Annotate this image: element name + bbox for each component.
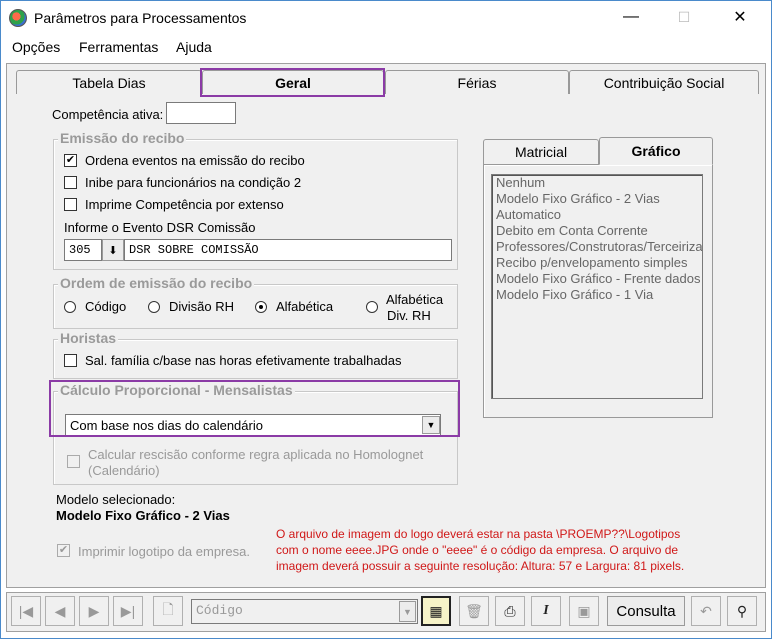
emissao-title: Emissão do recibo xyxy=(58,130,187,146)
sal-familia-label: Sal. família c/base nas horas efetivamen… xyxy=(85,353,402,368)
ordena-checkbox[interactable]: ✔ xyxy=(64,154,77,167)
window-title: Parâmetros para Processamentos xyxy=(34,10,247,26)
title-bar: Parâmetros para Processamentos — ☐ ✕ xyxy=(1,1,771,35)
dsr-code-input[interactable]: 305 xyxy=(64,239,102,261)
list-item[interactable]: Debito em Conta Corrente xyxy=(492,223,702,239)
logotipo-checkbox[interactable]: ✔ xyxy=(57,544,70,557)
tab-contribuicao-social[interactable]: Contribuição Social xyxy=(569,70,759,94)
tab-highlight xyxy=(200,68,385,97)
delete-icon[interactable]: 🗑 xyxy=(459,596,489,626)
rescisao-label-1: Calcular rescisão conforme regra aplicad… xyxy=(88,447,424,462)
radio-codigo[interactable] xyxy=(64,301,76,313)
radio-codigo-label: Código xyxy=(85,299,127,314)
menu-opcoes[interactable]: Opções xyxy=(12,39,60,55)
list-item[interactable]: Professores/Construtoras/Terceiriza xyxy=(492,239,702,255)
next-record-icon[interactable]: ▶ xyxy=(79,596,109,626)
modelo-label: Modelo selecionado: xyxy=(56,492,176,507)
models-list[interactable]: Nenhum Modelo Fixo Gráfico - 2 Vias Auto… xyxy=(491,174,703,399)
radio-alfabetica-div-rh[interactable] xyxy=(366,301,378,313)
competencia-label: Competência ativa: xyxy=(52,107,164,122)
rescisao-checkbox[interactable] xyxy=(67,455,80,468)
save-icon[interactable]: ▣ xyxy=(569,596,599,626)
logotipo-label: Imprimir logotipo da empresa. xyxy=(78,544,250,559)
ordena-label: Ordena eventos na emissão do recibo xyxy=(85,153,305,168)
inibe-label: Inibe para funcionários na condição 2 xyxy=(85,175,302,190)
picture-icon[interactable]: ▦ xyxy=(421,596,451,626)
competencia-input[interactable] xyxy=(166,102,236,124)
tab-matricial[interactable]: Matricial xyxy=(483,139,599,164)
undo-icon[interactable]: ↶ xyxy=(691,596,721,626)
radio-alfabetica-div-rh-label-2: Div. RH xyxy=(387,308,431,323)
radio-alfabetica-div-rh-label-1: Alfabética xyxy=(386,292,444,307)
maximize-button[interactable]: ☐ xyxy=(661,1,707,33)
note-line-2: com o nome eeee.JPG onde o "eeee" é o có… xyxy=(276,543,679,557)
imprime-checkbox[interactable] xyxy=(64,198,77,211)
list-item[interactable]: Recibo p/envelopamento simples xyxy=(492,255,702,271)
window: Parâmetros para Processamentos — ☐ ✕ Opç… xyxy=(0,0,772,639)
tab-tabela-dias[interactable]: Tabela Dias xyxy=(16,70,202,94)
menu-ferramentas[interactable]: Ferramentas xyxy=(79,39,158,55)
inibe-checkbox[interactable] xyxy=(64,176,77,189)
list-item[interactable]: Modelo Fixo Gráfico - 2 Vias xyxy=(492,191,702,207)
modelo-value: Modelo Fixo Gráfico - 2 Vias xyxy=(56,508,230,523)
horistas-title: Horistas xyxy=(58,330,119,346)
last-record-icon[interactable]: ▶| xyxy=(113,596,143,626)
imprime-label: Imprime Competência por extenso xyxy=(85,197,284,212)
rescisao-label-2: (Calendário) xyxy=(88,463,160,478)
sal-familia-checkbox[interactable] xyxy=(64,354,77,367)
menu-ajuda[interactable]: Ajuda xyxy=(176,39,212,55)
list-item[interactable]: Automatico xyxy=(492,207,702,223)
print-icon[interactable]: ⎙ xyxy=(495,596,525,626)
search-input[interactable]: Código xyxy=(191,599,418,624)
calculo-highlight xyxy=(49,380,460,437)
prev-record-icon[interactable]: ◀ xyxy=(45,596,75,626)
tab-grafico[interactable]: Gráfico xyxy=(599,137,713,165)
list-item[interactable]: Modelo Fixo Gráfico - Frente dados xyxy=(492,271,702,287)
dsr-lookup-button[interactable]: ⬇ xyxy=(102,239,124,261)
tab-ferias[interactable]: Férias xyxy=(385,70,569,94)
note-line-1: O arquivo de imagem do logo deverá estar… xyxy=(276,527,681,541)
list-item[interactable]: Nenhum xyxy=(492,175,702,191)
menu-bar: Opções Ferramentas Ajuda xyxy=(1,35,771,59)
radio-alfabetica[interactable] xyxy=(255,301,267,313)
ordem-title: Ordem de emissão do recibo xyxy=(58,275,255,291)
close-button[interactable]: ✕ xyxy=(717,1,763,33)
first-record-icon[interactable]: |◀ xyxy=(11,596,41,626)
note-line-3: imagem deverá possuir a seguinte resoluç… xyxy=(276,559,685,573)
italic-icon[interactable]: I xyxy=(531,596,561,626)
dsr-label: Informe o Evento DSR Comissão xyxy=(64,220,256,235)
search-dropdown-icon[interactable]: ▼ xyxy=(399,601,416,622)
list-item[interactable]: Modelo Fixo Gráfico - 1 Via xyxy=(492,287,702,303)
dsr-desc-field: DSR SOBRE COMISSÃO xyxy=(124,239,452,261)
app-icon xyxy=(9,9,27,27)
minimize-button[interactable]: — xyxy=(608,1,654,33)
radio-divisao-rh-label: Divisão RH xyxy=(169,299,235,314)
new-document-icon[interactable]: 🗋 xyxy=(153,596,183,626)
radio-alfabetica-label: Alfabética xyxy=(276,299,334,314)
radio-divisao-rh[interactable] xyxy=(148,301,160,313)
binoculars-icon[interactable]: ⚲ xyxy=(727,596,757,626)
consulta-button[interactable]: Consulta xyxy=(607,596,685,626)
